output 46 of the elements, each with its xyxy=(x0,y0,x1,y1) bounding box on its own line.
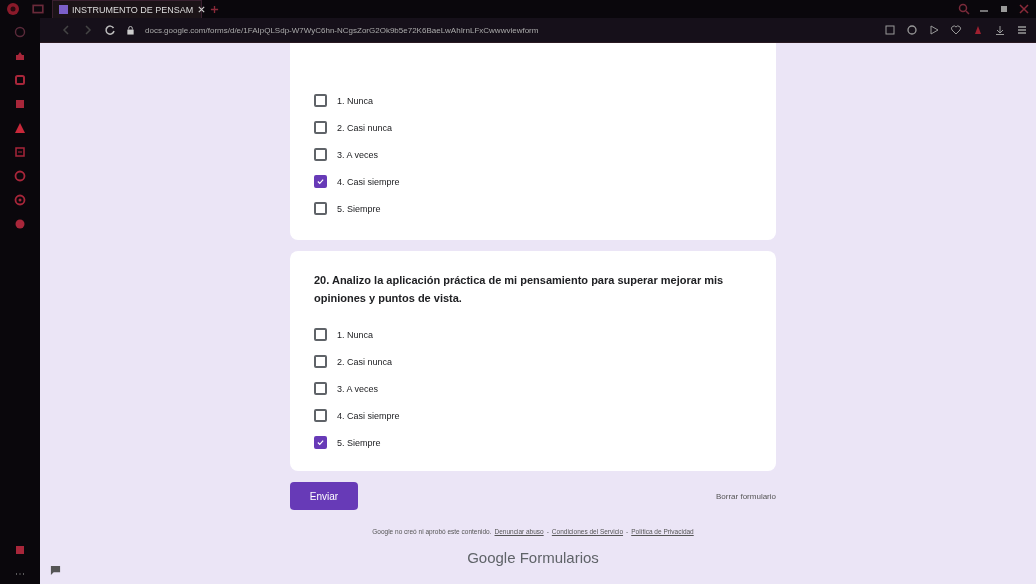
question-title: 20. Analizo la aplicación práctica de mi pensamiento para superar mejorar mis opiniones y puntos de vista. xyxy=(314,273,725,306)
checkbox[interactable] xyxy=(314,148,327,161)
square-icon[interactable] xyxy=(14,146,26,158)
play-icon[interactable] xyxy=(928,24,940,36)
submit-button[interactable]: Enviar xyxy=(290,482,358,510)
circle-icon[interactable] xyxy=(14,218,26,230)
checkbox[interactable] xyxy=(314,355,327,368)
option-label[interactable]: 5. Siempre xyxy=(337,437,381,448)
option-label[interactable]: 1. Nunca xyxy=(337,329,374,340)
checkbox[interactable] xyxy=(314,382,327,395)
check-icon xyxy=(316,176,325,187)
heart-icon[interactable] xyxy=(950,24,962,36)
check-icon xyxy=(316,437,325,448)
clear-form-link[interactable]: Borrar formulario xyxy=(716,491,776,501)
url-field[interactable]: docs.google.com/forms/d/e/1FAIpQLSdp-W7WyC6hn-NCgsZorG2Ok9b5e72K6BaeLwAhIrnLFxCwwwviewform xyxy=(145,25,539,35)
circle-icon[interactable] xyxy=(14,194,26,206)
circle-icon[interactable] xyxy=(14,170,26,182)
option-label[interactable]: 2. Casi nunca xyxy=(337,356,393,367)
option-label[interactable]: 2. Casi nunca xyxy=(337,122,393,133)
square-icon[interactable] xyxy=(14,98,26,110)
download-icon[interactable] xyxy=(994,24,1006,36)
square-icon[interactable] xyxy=(14,74,26,86)
checkbox[interactable] xyxy=(314,436,327,449)
option-label[interactable]: 3. A veces xyxy=(337,383,379,394)
option-label[interactable]: 4. Casi siempre xyxy=(337,410,400,421)
maximize-icon[interactable] xyxy=(998,3,1010,15)
option-label[interactable]: 4. Casi siempre xyxy=(337,176,400,187)
brand-logo[interactable]: Google Formularios xyxy=(290,549,776,566)
checkbox[interactable] xyxy=(314,121,327,134)
option-label[interactable]: 3. A veces xyxy=(337,149,379,160)
lock-icon xyxy=(126,25,135,35)
browser-tab[interactable]: INSTRUMENTO DE PENSAM xyxy=(52,0,202,18)
checkbox[interactable] xyxy=(314,202,327,215)
feedback-icon[interactable] xyxy=(50,565,61,576)
square-icon[interactable] xyxy=(14,544,26,556)
checkbox[interactable] xyxy=(314,175,327,188)
triangle-icon[interactable] xyxy=(14,122,26,134)
checkbox[interactable] xyxy=(314,328,327,341)
option-label[interactable]: 5. Siempre xyxy=(337,203,381,214)
checkbox[interactable] xyxy=(314,409,327,422)
menu-icon[interactable] xyxy=(1016,24,1028,36)
reload-icon[interactable] xyxy=(104,24,116,36)
bag-icon[interactable] xyxy=(14,50,26,62)
option-label[interactable]: 1. Nunca xyxy=(337,95,374,106)
forms-icon xyxy=(59,5,68,14)
checkbox[interactable] xyxy=(314,94,327,107)
